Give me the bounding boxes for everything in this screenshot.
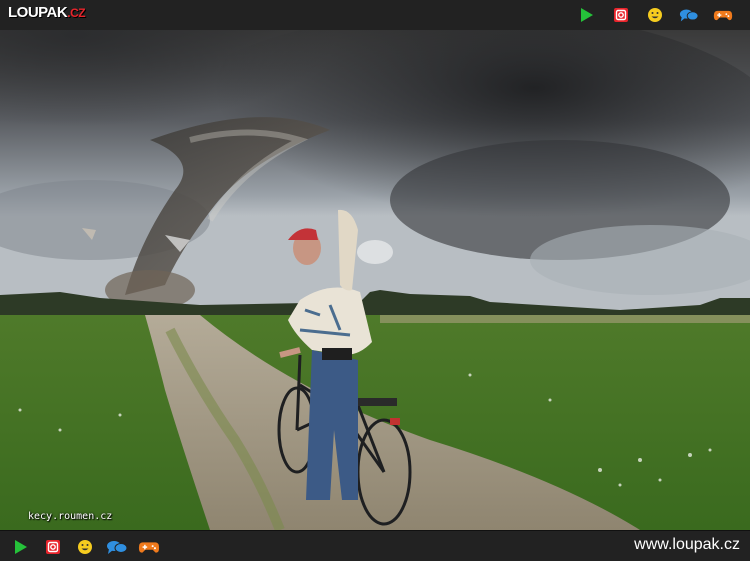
play-icon[interactable]	[10, 537, 32, 557]
smiley-icon[interactable]	[645, 5, 665, 25]
main-photo: kecy.roumen.cz	[0, 30, 750, 530]
instagram-icon[interactable]	[42, 537, 64, 557]
chat-icon[interactable]	[106, 537, 128, 557]
chat-icon[interactable]	[679, 5, 699, 25]
logo-tld: .CZ	[67, 6, 86, 20]
top-bar: LOUPAK.CZ	[0, 0, 750, 31]
site-logo[interactable]: LOUPAK.CZ	[8, 4, 86, 21]
gamepad-icon[interactable]	[713, 5, 733, 25]
photo-watermark: kecy.roumen.cz	[28, 511, 113, 522]
site-url-link[interactable]: www.loupak.cz	[634, 536, 740, 554]
top-icon-group	[570, 5, 740, 25]
play-icon[interactable]	[577, 5, 597, 25]
bottom-icon-group	[8, 537, 168, 557]
tornado-scene-image	[0, 30, 750, 530]
bottom-bar: www.loupak.cz	[0, 530, 750, 561]
instagram-icon[interactable]	[611, 5, 631, 25]
gamepad-icon[interactable]	[138, 537, 160, 557]
smiley-icon[interactable]	[74, 537, 96, 557]
logo-text: LOUPAK	[8, 4, 68, 21]
